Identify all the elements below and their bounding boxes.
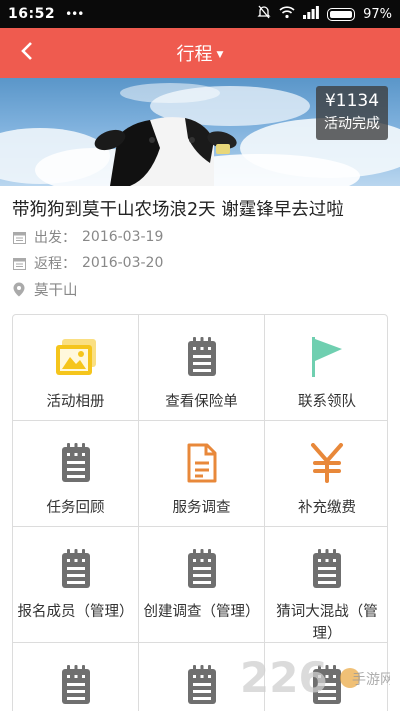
notepad-icon xyxy=(303,661,351,709)
menu-item-6[interactable]: 补充缴费 xyxy=(265,421,387,527)
event-status: 活动完成 xyxy=(324,116,380,132)
notepad-icon xyxy=(52,545,100,593)
menu-item-label: 查看保险单 xyxy=(165,394,238,410)
status-bar: 16:52 ••• 97% xyxy=(0,0,400,28)
nav-bar: 行程 ▼ xyxy=(0,28,400,78)
battery-icon xyxy=(327,7,356,21)
location-row[interactable]: 莫干山 xyxy=(12,278,78,300)
menu-item-11[interactable] xyxy=(139,643,265,711)
menu-item-label: 补充缴费 xyxy=(298,500,356,516)
menu-item-label: 任务回顾 xyxy=(46,500,105,516)
notepad-icon xyxy=(178,333,226,381)
menu-item-5[interactable]: 服务调查 xyxy=(139,421,265,527)
location-pin-icon xyxy=(12,282,26,296)
chevron-down-icon: ▼ xyxy=(216,50,224,60)
calendar-icon xyxy=(12,256,26,270)
back-button[interactable] xyxy=(12,38,42,68)
return-date: 2016-03-20 xyxy=(82,255,164,271)
depart-date: 2016-03-19 xyxy=(82,229,164,245)
menu-item-12[interactable] xyxy=(265,643,387,711)
notification-dots-icon: ••• xyxy=(65,7,84,21)
menu-item-9[interactable]: 猜词大混战（管理） xyxy=(265,527,387,643)
photo-album-icon xyxy=(52,333,100,381)
return-row: 返程： 2016-03-20 xyxy=(12,252,163,274)
notepad-icon xyxy=(178,661,226,709)
wifi-icon xyxy=(279,5,295,23)
action-grid: 活动相册 查看保险单 联系领队任务回顾 服务调查 补充缴费报名成员（管理） 创建调查（管理… xyxy=(12,314,388,711)
menu-item-label: 报名成员（管理） xyxy=(17,604,134,620)
yen-icon xyxy=(303,439,351,487)
menu-item-label: 联系领队 xyxy=(298,394,356,410)
menu-item-3[interactable]: 联系领队 xyxy=(265,315,387,421)
menu-item-7[interactable]: 报名成员（管理） xyxy=(13,527,139,643)
menu-item-label: 创建调查（管理） xyxy=(143,604,260,620)
battery-percent: 97% xyxy=(363,6,392,22)
nav-title-dropdown[interactable]: 行程 ▼ xyxy=(177,40,224,66)
document-icon xyxy=(178,439,226,487)
notepad-icon xyxy=(303,545,351,593)
calendar-icon xyxy=(12,230,26,244)
mute-bell-icon xyxy=(257,5,271,23)
notepad-icon xyxy=(52,439,100,487)
menu-item-10[interactable] xyxy=(13,643,139,711)
event-title: 带狗狗到莫干山农场浪2天 谢霆锋早去过啦 xyxy=(12,200,344,220)
flag-icon xyxy=(303,333,351,381)
notepad-icon xyxy=(52,661,100,709)
event-price: ¥1134 xyxy=(324,91,380,111)
depart-label: 出发： xyxy=(34,230,76,246)
depart-row: 出发： 2016-03-19 xyxy=(12,226,163,248)
location-text: 莫干山 xyxy=(34,282,78,299)
signal-icon xyxy=(303,5,319,23)
status-time: 16:52 xyxy=(8,6,56,22)
menu-item-8[interactable]: 创建调查（管理） xyxy=(139,527,265,643)
back-arrow-icon xyxy=(20,41,34,65)
price-badge: ¥1134 活动完成 xyxy=(316,86,388,140)
nav-title: 行程 xyxy=(176,44,213,65)
menu-item-4[interactable]: 任务回顾 xyxy=(13,421,139,527)
notepad-icon xyxy=(178,545,226,593)
return-label: 返程： xyxy=(34,256,76,272)
menu-item-2[interactable]: 查看保险单 xyxy=(139,315,265,421)
menu-item-label: 猜词大混战（管理） xyxy=(276,604,378,642)
menu-item-label: 服务调查 xyxy=(172,500,231,516)
menu-item-label: 活动相册 xyxy=(46,394,105,410)
menu-item-1[interactable]: 活动相册 xyxy=(13,315,139,421)
event-banner[interactable]: ¥1134 活动完成 xyxy=(0,78,400,186)
